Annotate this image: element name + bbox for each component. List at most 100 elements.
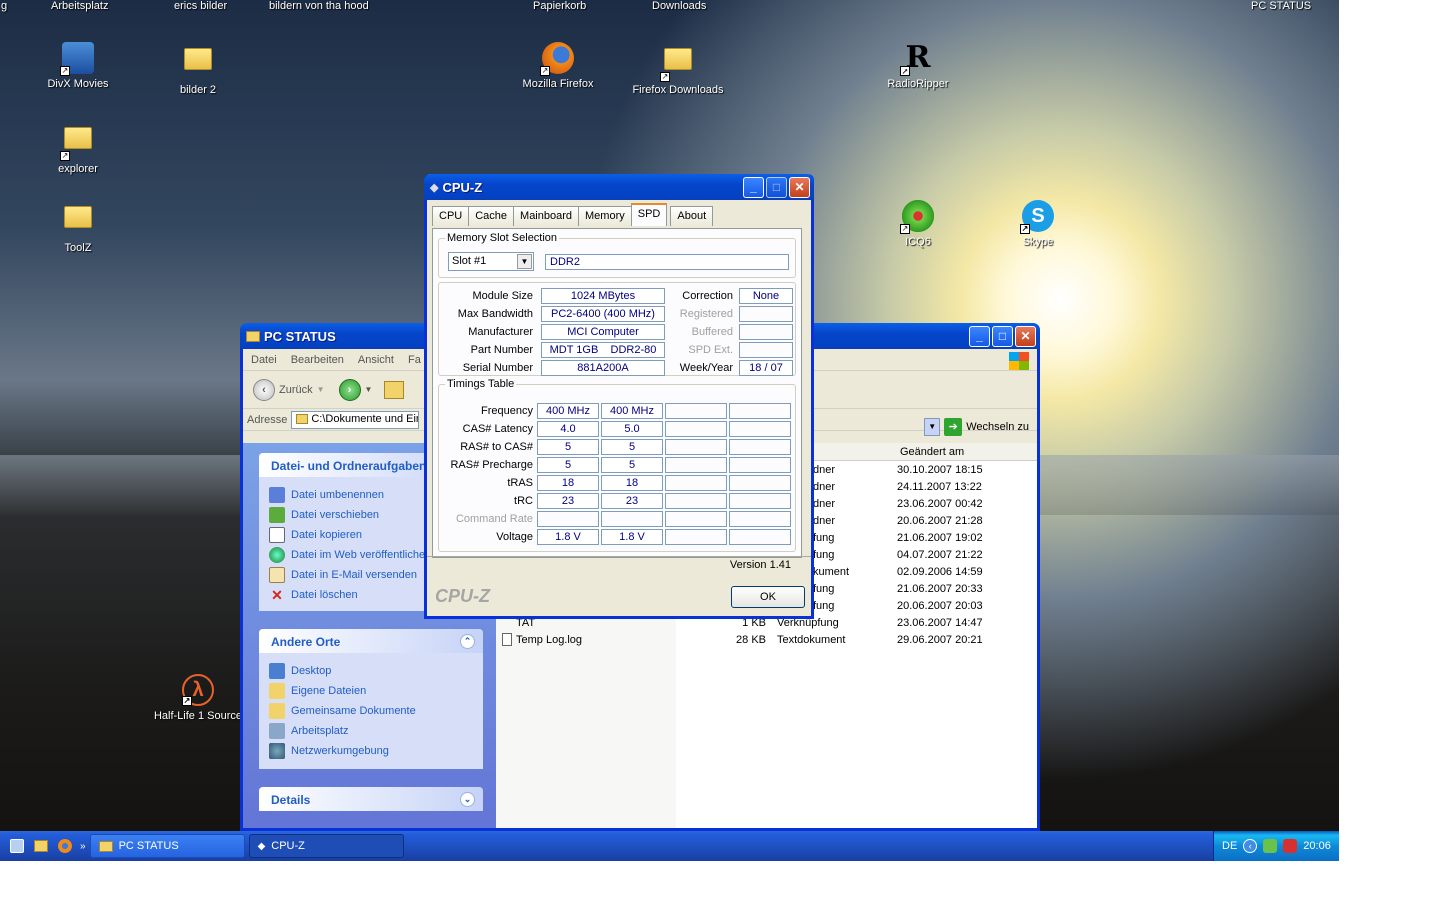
taskbar-item-cpuz[interactable]: ◆ CPU-Z bbox=[248, 834, 404, 858]
part-number-value: MDT 1GB DDR2-80 bbox=[541, 342, 665, 358]
file-type: fung bbox=[813, 549, 835, 561]
folder-icon bbox=[296, 413, 309, 424]
close-button[interactable]: ✕ bbox=[789, 177, 810, 198]
maximize-button[interactable]: □ bbox=[766, 177, 787, 198]
network-tray-icon[interactable] bbox=[1263, 839, 1278, 853]
icq-flower-icon: ↗ bbox=[900, 200, 934, 234]
place-shared-documents[interactable]: Gemeinsame Dokumente bbox=[269, 701, 473, 721]
details-header[interactable]: Details ⌄ bbox=[259, 787, 483, 811]
desktop-label-downloads[interactable]: Downloads bbox=[652, 0, 706, 12]
file-name[interactable]: Temp Log.log bbox=[516, 634, 582, 646]
manufacturer-label: Manufacturer bbox=[468, 326, 533, 338]
column-modified[interactable]: Geändert am bbox=[900, 446, 964, 458]
copy-icon bbox=[269, 527, 285, 543]
timings-title: Timings Table bbox=[445, 378, 517, 390]
menu-favoriten[interactable]: Fa bbox=[408, 354, 421, 366]
desktop-icon-icq[interactable]: ↗ ICQ6 bbox=[863, 200, 973, 248]
spd-pane: Memory Slot Selection Slot #1 ▼ DDR2 Mod… bbox=[432, 228, 802, 571]
memory-slot-group: Memory Slot Selection Slot #1 ▼ DDR2 bbox=[438, 232, 796, 278]
explorer-quicklaunch-icon[interactable] bbox=[34, 840, 48, 852]
firefox-quicklaunch-icon[interactable] bbox=[58, 839, 72, 853]
desktop-label-papierkorb[interactable]: Papierkorb bbox=[533, 0, 586, 12]
back-button[interactable]: ‹ Zurück ▼ bbox=[253, 378, 325, 401]
firefox-icon: ↗ bbox=[540, 42, 574, 76]
antivirus-tray-icon[interactable] bbox=[1283, 839, 1298, 853]
desktop-icon-toolz[interactable]: ToolZ bbox=[23, 200, 133, 254]
tab-memory[interactable]: Memory bbox=[578, 206, 632, 226]
desktop-icon-firefox[interactable]: ↗ Mozilla Firefox bbox=[503, 42, 613, 90]
desktop-icon-firefox-downloads[interactable]: ↗ Firefox Downloads bbox=[623, 42, 733, 96]
desktop-icon-skype[interactable]: S ↗ Skype bbox=[983, 200, 1093, 248]
desktop-icon-bilder2[interactable]: bilder 2 bbox=[143, 42, 253, 96]
place-my-computer[interactable]: Arbeitsplatz bbox=[269, 721, 473, 741]
firefox-label: Mozilla Firefox bbox=[522, 78, 594, 90]
place-network[interactable]: Netzwerkumgebung bbox=[269, 741, 473, 761]
timing-value: 5 bbox=[537, 439, 599, 455]
expand-chevron-icon[interactable]: ⌄ bbox=[460, 792, 475, 807]
collapse-chevron-icon[interactable]: ⌃ bbox=[460, 634, 475, 649]
correction-label: Correction bbox=[682, 290, 733, 302]
address-value: C:\Dokumente und Eins bbox=[311, 412, 420, 425]
place-my-documents[interactable]: Eigene Dateien bbox=[269, 681, 473, 701]
address-input[interactable]: C:\Dokumente und Eins bbox=[291, 410, 420, 429]
desktop-icon-divx[interactable]: ↗ DivX Movies bbox=[23, 42, 133, 90]
desktop-icon-explorer[interactable]: ↗ explorer bbox=[23, 121, 133, 175]
maximize-button[interactable]: □ bbox=[992, 326, 1013, 347]
file-type: Textdokument bbox=[777, 634, 846, 646]
timing-value: 23 bbox=[537, 493, 599, 509]
go-button[interactable]: Wechseln zu bbox=[966, 421, 1029, 433]
menu-ansicht[interactable]: Ansicht bbox=[358, 354, 394, 366]
file-type: dner bbox=[813, 498, 836, 510]
ok-button[interactable]: OK bbox=[731, 586, 805, 608]
task-label: Datei im Web veröffentliche bbox=[291, 549, 426, 561]
menu-bearbeiten[interactable]: Bearbeiten bbox=[291, 354, 344, 366]
email-icon bbox=[269, 567, 285, 583]
minimize-button[interactable]: _ bbox=[969, 326, 990, 347]
quicklaunch-more-icon[interactable]: » bbox=[80, 841, 86, 852]
timing-value bbox=[729, 439, 791, 455]
desktop-label-bildern-von-tha-hood[interactable]: bildern von tha hood bbox=[269, 0, 369, 12]
timing-value: 1.8 V bbox=[537, 529, 599, 545]
desktop-icon-halflife[interactable]: λ ↗ Half-Life 1 Source bbox=[143, 674, 253, 722]
timing-label: RAS# to CAS# bbox=[460, 441, 533, 453]
desktop-icon-radioripper[interactable]: R ↗ RadioRipper bbox=[863, 42, 973, 91]
desktop-label-g[interactable]: g bbox=[1, 0, 7, 12]
menu-datei[interactable]: Datei bbox=[251, 354, 277, 366]
tab-cache[interactable]: Cache bbox=[468, 206, 515, 226]
tab-spd[interactable]: SPD bbox=[630, 203, 668, 226]
timing-value: 23 bbox=[601, 493, 663, 509]
file-date: 30.10.2007 18:15 bbox=[897, 464, 983, 476]
file-date: 21.06.2007 19:02 bbox=[897, 532, 983, 544]
task-label: Datei verschieben bbox=[291, 509, 380, 521]
chevron-left-icon[interactable]: ‹ bbox=[1243, 839, 1258, 853]
cpuz-titlebar[interactable]: ◆ CPU-Z _ □ ✕ bbox=[424, 174, 814, 200]
timing-value bbox=[729, 529, 791, 545]
file-date: 02.09.2006 14:59 bbox=[897, 566, 983, 578]
chevron-down-icon: ▼ bbox=[316, 385, 325, 394]
slot-select[interactable]: Slot #1 ▼ bbox=[448, 252, 534, 271]
taskbar-item-pc-status[interactable]: PC STATUS bbox=[89, 834, 245, 858]
language-indicator[interactable]: DE bbox=[1222, 840, 1237, 852]
place-desktop[interactable]: Desktop bbox=[269, 661, 473, 681]
other-places-panel: Andere Orte ⌃ Desktop Eigene Dateien Geme… bbox=[259, 629, 483, 769]
go-arrow-icon[interactable]: ➔ bbox=[944, 418, 963, 436]
forward-button[interactable]: › ▼ bbox=[338, 378, 372, 401]
show-desktop-icon[interactable] bbox=[10, 839, 24, 853]
tab-cpu[interactable]: CPU bbox=[432, 206, 470, 226]
desktop-label-erics-bilder[interactable]: erics bilder bbox=[174, 0, 227, 12]
minimize-button[interactable]: _ bbox=[743, 177, 764, 198]
tab-mainboard[interactable]: Mainboard bbox=[513, 206, 580, 226]
tab-about[interactable]: About bbox=[670, 206, 714, 226]
timings-group: Timings Table Frequency 400 MHz 400 MHz CAS… bbox=[438, 378, 796, 571]
address-dropdown-button[interactable]: ▼ bbox=[924, 418, 941, 436]
file-size: 28 KB bbox=[736, 634, 766, 646]
other-places-header[interactable]: Andere Orte ⌃ bbox=[259, 629, 483, 653]
other-places-title: Andere Orte bbox=[271, 635, 341, 649]
manufacturer-value: MCI Computer bbox=[541, 324, 665, 340]
up-folder-icon[interactable] bbox=[384, 380, 405, 399]
desktop-label-arbeitsplatz[interactable]: Arbeitsplatz bbox=[51, 0, 108, 12]
close-button[interactable]: ✕ bbox=[1015, 326, 1036, 347]
desktop-label-pc-status[interactable]: PC STATUS bbox=[1251, 0, 1311, 12]
cpuz-title: CPU-Z bbox=[442, 179, 483, 195]
max-bandwidth-label: Max Bandwidth bbox=[457, 308, 533, 320]
